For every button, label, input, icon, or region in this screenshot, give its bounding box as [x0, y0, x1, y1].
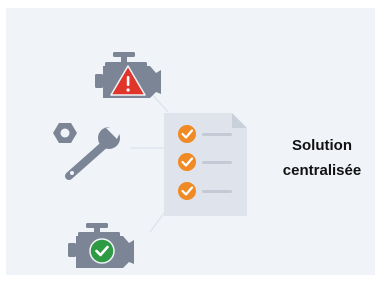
- engine-ok-icon: [68, 223, 134, 268]
- checklist-item-2: [178, 153, 196, 171]
- engine-warning-icon: [95, 52, 161, 98]
- wrench-nut-icon: [53, 123, 124, 180]
- checklist-document-icon: [164, 113, 247, 216]
- caption-line-2: centralisée: [282, 162, 362, 179]
- checklist-item-3: [178, 182, 196, 200]
- caption-line-1: Solution: [292, 137, 352, 154]
- checklist-item-1: [178, 125, 196, 143]
- solution-caption: Solution centralisée: [262, 133, 381, 183]
